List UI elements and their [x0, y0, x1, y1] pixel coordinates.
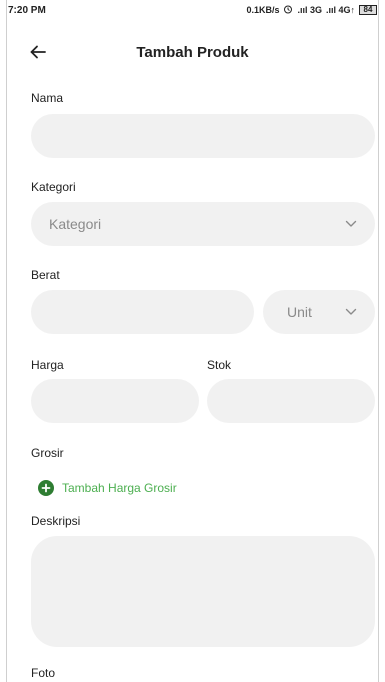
nama-input[interactable]	[31, 114, 375, 158]
stok-label: Stok	[207, 358, 232, 372]
right-edge-divider	[378, 0, 379, 682]
status-bar: 7:20 PM 0.1KB/s .ııl 3G .ııl 4G↑ 84	[0, 0, 385, 20]
harga-label: Harga	[31, 358, 64, 372]
plus-circle-icon	[38, 480, 54, 496]
berat-input[interactable]	[31, 290, 254, 334]
status-time: 7:20 PM	[8, 4, 46, 16]
status-indicators: 0.1KB/s .ııl 3G .ııl 4G↑ 84	[246, 4, 377, 16]
nama-label: Nama	[31, 91, 64, 105]
berat-label: Berat	[31, 268, 60, 282]
signal-4g: .ııl 4G↑	[325, 5, 355, 15]
kategori-label: Kategori	[31, 180, 76, 194]
chevron-down-icon	[345, 220, 357, 228]
unit-selected-value: Unit	[287, 304, 312, 320]
app-bar: Tambah Produk	[0, 30, 385, 78]
stok-input[interactable]	[207, 379, 375, 423]
network-speed: 0.1KB/s	[246, 5, 280, 15]
add-grosir-button[interactable]: Tambah Harga Grosir	[38, 480, 177, 496]
foto-label: Foto	[31, 666, 56, 680]
page-title: Tambah Produk	[136, 44, 249, 61]
grosir-label: Grosir	[31, 446, 64, 460]
unit-select[interactable]: Unit	[263, 290, 375, 334]
battery-icon: 84	[359, 5, 377, 15]
harga-input[interactable]	[31, 379, 199, 423]
add-grosir-label: Tambah Harga Grosir	[62, 481, 177, 495]
chevron-down-icon	[345, 308, 357, 316]
deskripsi-label: Deskripsi	[31, 514, 81, 528]
alarm-icon	[283, 4, 293, 16]
left-edge-divider	[6, 0, 7, 682]
screen: 7:20 PM 0.1KB/s .ııl 3G .ııl 4G↑ 84 Tamb…	[0, 0, 385, 682]
deskripsi-textarea[interactable]	[31, 536, 375, 647]
kategori-selected-value: Kategori	[49, 216, 102, 232]
signal-3g: .ııl 3G	[297, 5, 322, 15]
kategori-select[interactable]: Kategori	[31, 202, 375, 246]
